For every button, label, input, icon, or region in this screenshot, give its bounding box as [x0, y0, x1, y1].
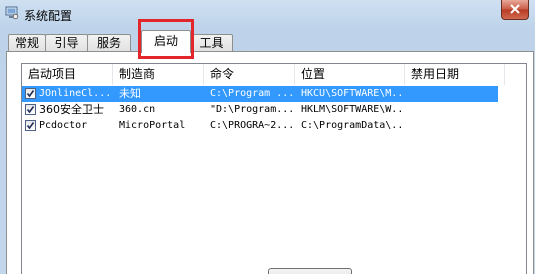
row-checkbox[interactable] [25, 104, 36, 115]
row-checkbox[interactable] [25, 88, 36, 99]
window-title: 系统配置 [24, 9, 73, 23]
column-header-disabled-date[interactable]: 禁用日期 [405, 64, 505, 85]
tab-strip: 常规 引导 服务 启动 工具 [0, 30, 535, 53]
startup-item-disabled-date [411, 118, 496, 134]
system-config-window: 系统配置 常规 引导 服务 启动 工具 启动项目 制造商 命令 位置 禁用日期 [0, 0, 535, 274]
msconfig-app-icon [5, 6, 19, 20]
close-button[interactable] [501, 0, 529, 20]
column-header-startup-item[interactable]: 启动项目 [22, 64, 113, 85]
column-header-command[interactable]: 命令 [204, 64, 295, 85]
startup-item-manufacturer: 未知 [119, 87, 141, 100]
startup-item-location: C:\ProgramData\... [301, 120, 405, 131]
tab-tools[interactable]: 工具 [190, 34, 233, 52]
startup-item-command: C:\Program ... [210, 88, 295, 99]
startup-item-name: JOnlineCl... [39, 88, 112, 99]
close-icon [510, 4, 520, 14]
tab-startup[interactable]: 启动 [141, 30, 191, 53]
startup-item-location: HKLM\SOFTWARE\W... [301, 104, 405, 115]
startup-row[interactable]: 360安全卫士 360.cn "D:\Program... HKLM\SOFTW… [22, 102, 498, 118]
startup-item-name: Pcdoctor [39, 120, 88, 131]
startup-item-manufacturer: 360.cn [119, 104, 156, 115]
tab-general[interactable]: 常规 [8, 34, 46, 52]
startup-item-disabled-date [411, 86, 496, 102]
startup-item-command: C:\PROGRA~2... [210, 120, 295, 131]
startup-row[interactable]: JOnlineCl... 未知 C:\Program ... HKCU\SOFT… [22, 86, 498, 102]
checkmark-icon [26, 106, 35, 114]
startup-item-disabled-date [411, 102, 496, 118]
startup-item-location: HKCU\SOFTWARE\M... [301, 88, 405, 99]
tab-boot[interactable]: 引导 [45, 34, 88, 52]
startup-item-command: "D:\Program... [210, 104, 295, 115]
startup-tab-panel: 启动项目 制造商 命令 位置 禁用日期 JOnlineCl... 未知 C:\P… [6, 51, 534, 274]
title-bar[interactable]: 系统配置 [0, 0, 535, 30]
tab-services[interactable]: 服务 [87, 34, 131, 52]
startup-item-name: 360安全卫士 [39, 103, 104, 116]
startup-row[interactable]: Pcdoctor MicroPortal C:\PROGRA~2... C:\P… [22, 118, 498, 134]
column-header-location[interactable]: 位置 [295, 64, 405, 85]
row-checkbox[interactable] [25, 120, 36, 131]
startup-list[interactable]: 启动项目 制造商 命令 位置 禁用日期 JOnlineCl... 未知 C:\P… [21, 63, 527, 274]
checkmark-icon [26, 122, 35, 130]
startup-item-manufacturer: MicroPortal [119, 120, 186, 131]
column-header-manufacturer[interactable]: 制造商 [113, 64, 204, 85]
list-header: 启动项目 制造商 命令 位置 禁用日期 [22, 64, 526, 85]
dialog-button[interactable] [268, 268, 352, 274]
checkmark-icon [26, 90, 35, 98]
